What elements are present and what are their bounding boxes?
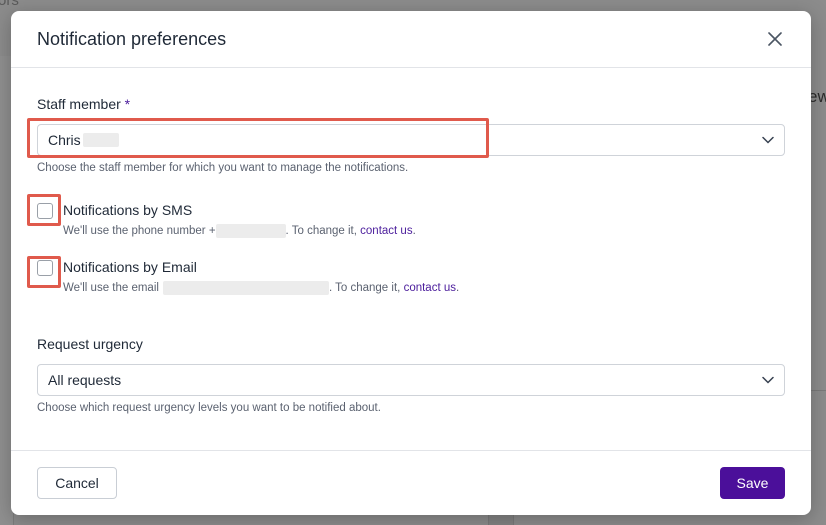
email-label: Notifications by Email xyxy=(63,259,197,275)
save-button[interactable]: Save xyxy=(720,467,785,499)
sms-contact-link[interactable]: contact us xyxy=(360,225,412,237)
staff-member-label: Staff member * xyxy=(37,96,131,112)
sms-label: Notifications by SMS xyxy=(63,202,193,218)
close-icon xyxy=(768,32,782,46)
chevron-down-icon xyxy=(762,136,774,144)
staff-member-select[interactable]: Chris xyxy=(37,124,785,156)
email-help: We'll use the email . To change it, cont… xyxy=(63,281,460,295)
background-text: ors xyxy=(0,0,19,9)
modal-body: Staff member * Chris Choose the staff me… xyxy=(11,68,811,414)
staff-member-help: Choose the staff member for which you wa… xyxy=(37,162,409,174)
redacted-phone xyxy=(215,224,286,238)
sms-checkbox[interactable] xyxy=(37,203,53,219)
request-urgency-label: Request urgency xyxy=(37,336,143,352)
required-mark: * xyxy=(124,96,131,112)
close-button[interactable] xyxy=(765,29,785,49)
redacted-text xyxy=(82,133,119,147)
sms-help: We'll use the phone number + . To change… xyxy=(63,224,416,238)
sms-option: Notifications by SMS We'll use the phone… xyxy=(37,202,785,238)
request-urgency-value: All requests xyxy=(48,372,122,388)
background-divider xyxy=(810,390,826,391)
cancel-button[interactable]: Cancel xyxy=(37,467,117,499)
staff-member-field: Staff member * Chris Choose the staff me… xyxy=(37,96,785,174)
redacted-email xyxy=(162,281,329,295)
sms-text: Notifications by SMS We'll use the phone… xyxy=(63,202,416,238)
email-checkbox[interactable] xyxy=(37,260,53,276)
request-urgency-select[interactable]: All requests xyxy=(37,364,785,396)
chevron-down-icon xyxy=(762,376,774,384)
notification-preferences-modal: Notification preferences Staff member * … xyxy=(11,11,811,515)
request-urgency-help: Choose which request urgency levels you … xyxy=(37,402,381,414)
request-urgency-field: Request urgency All requests Choose whic… xyxy=(37,336,785,414)
modal-title: Notification preferences xyxy=(37,28,227,49)
email-text: Notifications by Email We'll use the ema… xyxy=(63,259,459,295)
modal-footer: Cancel Save xyxy=(11,450,811,515)
staff-member-value: Chris xyxy=(48,132,119,148)
email-option: Notifications by Email We'll use the ema… xyxy=(37,259,785,295)
email-contact-link[interactable]: contact us xyxy=(404,282,456,294)
modal-header: Notification preferences xyxy=(11,11,811,68)
